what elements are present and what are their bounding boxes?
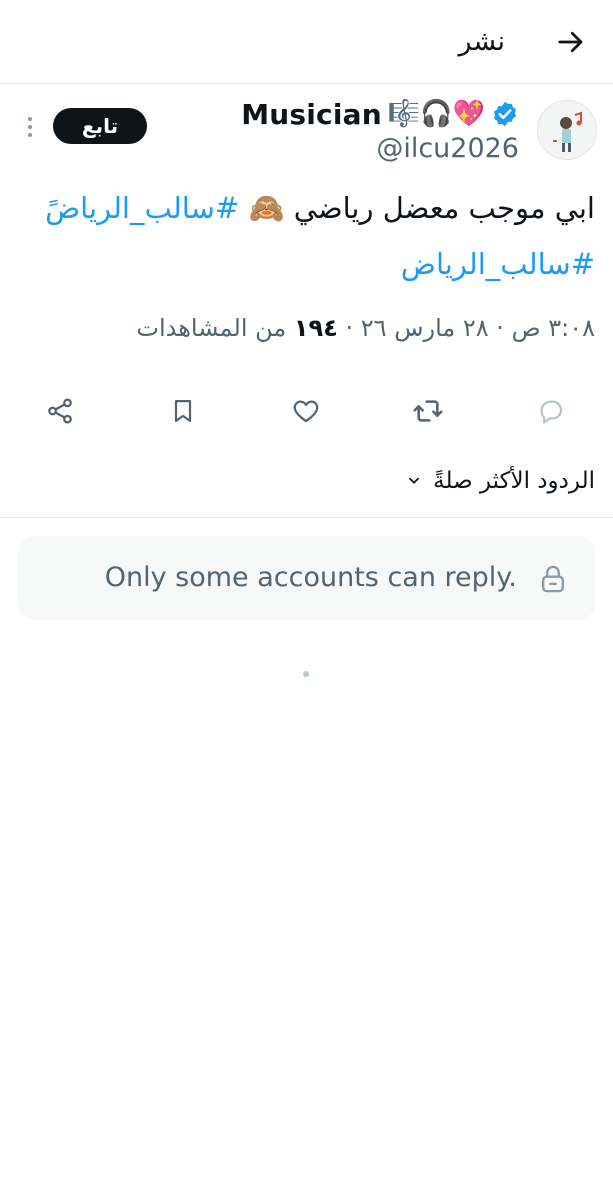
hashtag-link[interactable]: #سالب_الرياضً	[45, 191, 239, 225]
verified-badge-icon	[493, 101, 517, 127]
retweet-button[interactable]	[410, 393, 446, 429]
divider	[0, 517, 613, 518]
reply-restriction-notice: Only some accounts can reply.	[18, 536, 595, 620]
tweet-time: ٣:٠٨ ص	[511, 314, 595, 342]
post-detail-screen: نشر 🎼🎧💖 Musician @ilcu2026 تابع ابي موجب…	[0, 0, 613, 1200]
meta-separator: ·	[345, 314, 354, 342]
top-bar: نشر	[0, 0, 613, 84]
action-bar	[0, 388, 613, 434]
retweet-icon	[413, 400, 443, 422]
bookmark-button[interactable]	[165, 393, 201, 429]
sort-label: الردود الأكثر صلةً	[433, 468, 595, 494]
reply-restriction-text: Only some accounts can reply.	[104, 562, 517, 593]
avatar[interactable]	[537, 100, 597, 160]
hashtag-link[interactable]: #سالب_الرياض	[401, 247, 595, 281]
chevron-down-icon	[409, 477, 420, 484]
author-display-name: Musician	[241, 97, 382, 131]
reply-icon	[540, 400, 563, 424]
author-name-row[interactable]: 🎼🎧💖 Musician	[241, 94, 519, 134]
tweet-text: ابي موجب معضل رياضي 🙈 #سالب_الرياضً #سال…	[40, 180, 595, 292]
reply-button[interactable]	[533, 393, 569, 429]
more-options-button[interactable]	[20, 112, 40, 142]
avatar-icon	[538, 101, 596, 159]
follow-button[interactable]: تابع	[53, 108, 147, 144]
back-button[interactable]	[555, 26, 587, 58]
tweet-date: ٢٨ مارس ٢٦	[360, 314, 489, 342]
heart-icon	[293, 400, 319, 423]
like-button[interactable]	[288, 393, 324, 429]
bookmark-icon	[174, 399, 192, 423]
share-button[interactable]	[42, 393, 78, 429]
share-icon	[48, 398, 72, 424]
views-label: من المشاهدات	[136, 314, 287, 342]
arrow-right-icon	[558, 31, 583, 53]
name-emojis: 🎼🎧💖	[387, 99, 485, 129]
page-title: نشر	[458, 26, 506, 57]
more-vertical-icon	[28, 117, 32, 137]
meta-separator: ·	[496, 314, 504, 342]
author-handle[interactable]: @ilcu2026	[376, 133, 519, 165]
tweet-body: ابي موجب معضل رياضي 🙈	[239, 191, 595, 225]
views-count[interactable]: ١٩٤	[294, 314, 338, 342]
loading-indicator	[303, 671, 309, 677]
lock-icon	[542, 565, 564, 593]
replies-sort-dropdown[interactable]: الردود الأكثر صلةً	[407, 464, 595, 498]
tweet-meta: ٣:٠٨ ص · ٢٨ مارس ٢٦ · ١٩٤ من المشاهدات	[136, 312, 595, 344]
